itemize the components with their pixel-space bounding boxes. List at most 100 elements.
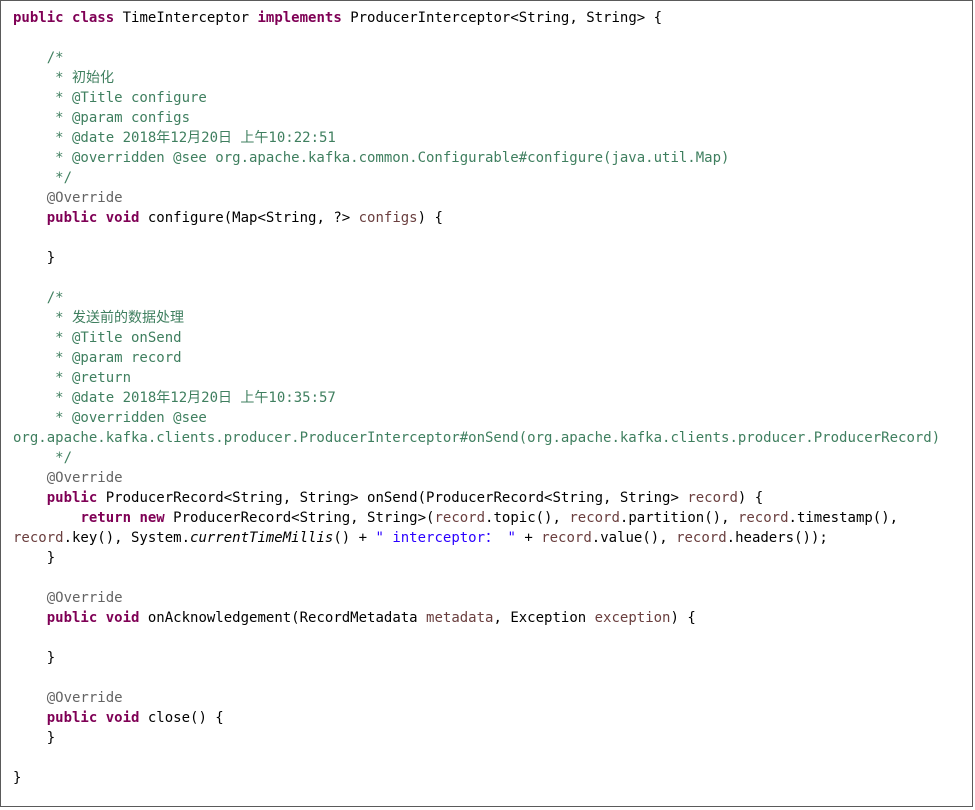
code-token: public (13, 10, 64, 26)
code-line: /* (13, 288, 940, 308)
code-token: ProducerInterceptor<String, String> { (341, 10, 663, 26)
code-line: /* (13, 48, 940, 68)
code-token: public (46, 610, 98, 626)
code-token: .headers()); (726, 530, 828, 546)
code-token: metadata (426, 610, 494, 626)
code-token: .value(), (591, 530, 677, 546)
code-line: public void onAcknowledgement(RecordMeta… (13, 608, 940, 628)
code-line: * @Title onSend (13, 328, 940, 348)
code-line: * 发送前的数据处理 (13, 308, 940, 328)
code-token: @Override (46, 590, 123, 606)
code-line: * @date 2018年12月20日 上午10:35:57 (13, 388, 940, 408)
code-token: } (13, 770, 22, 786)
code-line: * @overridden @see (13, 408, 940, 428)
code-line: @Override (13, 688, 940, 708)
code-token: record (13, 530, 64, 546)
code-token: @Override (46, 690, 123, 706)
code-token: onAcknowledgement(RecordMetadata (139, 610, 427, 626)
code-token: .partition(), (619, 510, 738, 526)
code-line: } (13, 248, 940, 268)
code-token: /* (46, 290, 64, 306)
code-line: } (13, 648, 940, 668)
code-line: */ (13, 448, 940, 468)
code-token: , Exception (493, 610, 595, 626)
code-token: ) { (417, 210, 443, 226)
code-token: * @date 2018年12月20日 上午10:35:57 (13, 390, 336, 406)
code-line: * @Title configure (13, 88, 940, 108)
code-line: org.apache.kafka.clients.producer.Produc… (13, 428, 940, 448)
code-line: * 初始化 (13, 68, 940, 88)
code-token: public (46, 710, 98, 726)
code-line: } (13, 768, 940, 788)
code-token: record (737, 510, 789, 526)
code-token: configs (358, 210, 418, 226)
code-token: record (541, 530, 592, 546)
code-line: * @overridden @see org.apache.kafka.comm… (13, 148, 940, 168)
code-token: * @overridden @see org.apache.kafka.comm… (13, 150, 730, 166)
code-token: /* (46, 50, 64, 66)
code-token: @Override (46, 190, 123, 206)
code-token: org.apache.kafka.clients.producer.Produc… (13, 430, 941, 446)
code-token: * @Title configure (13, 90, 207, 106)
code-line: * @param record (13, 348, 940, 368)
code-token: */ (13, 170, 73, 186)
code-token: * 初始化 (13, 70, 115, 86)
code-token: ) { (670, 610, 696, 626)
code-line: * @param configs (13, 108, 940, 128)
code-token: currentTimeMillis (190, 530, 334, 546)
code-token: TimeInterceptor (114, 10, 258, 26)
code-token: .topic(), (485, 510, 570, 526)
code-token: record (676, 530, 727, 546)
code-token: * @date 2018年12月20日 上午10:22:51 (13, 130, 336, 146)
code-token: */ (13, 450, 73, 466)
code-token: * @param record (13, 350, 182, 366)
code-token: ) { (737, 490, 764, 506)
code-token: record (434, 510, 486, 526)
code-token: public (46, 210, 98, 226)
code-line: public class TimeInterceptor implements … (13, 8, 940, 28)
code-token: return (80, 510, 132, 526)
java-code-block: public class TimeInterceptor implements … (13, 8, 940, 788)
code-line: } (13, 548, 940, 568)
code-token: void (105, 610, 140, 626)
code-token: record (687, 490, 738, 506)
code-token: ProducerRecord<String, String> onSend(Pr… (97, 490, 688, 506)
code-token: configure(Map<String, ?> (139, 210, 359, 226)
code-token: class (72, 10, 115, 26)
code-token: void (105, 710, 140, 726)
code-line: */ (13, 168, 940, 188)
code-token: .key(), System. (63, 530, 191, 546)
code-line: public ProducerRecord<String, String> on… (13, 488, 940, 508)
code-line: @Override (13, 468, 940, 488)
code-token: } (13, 730, 56, 746)
code-token: * @Title onSend (13, 330, 182, 346)
code-token: } (13, 250, 56, 266)
code-line: @Override (13, 588, 940, 608)
code-token: record (569, 510, 620, 526)
code-line: } (13, 728, 940, 748)
code-token: void (105, 210, 140, 226)
code-snippet-frame: public class TimeInterceptor implements … (0, 0, 973, 807)
code-line: * @return (13, 368, 940, 388)
code-token: public (46, 490, 98, 506)
code-token: * @return (13, 370, 132, 386)
code-token: ProducerRecord<String, String>( (164, 510, 435, 526)
code-token: implements (257, 10, 342, 26)
